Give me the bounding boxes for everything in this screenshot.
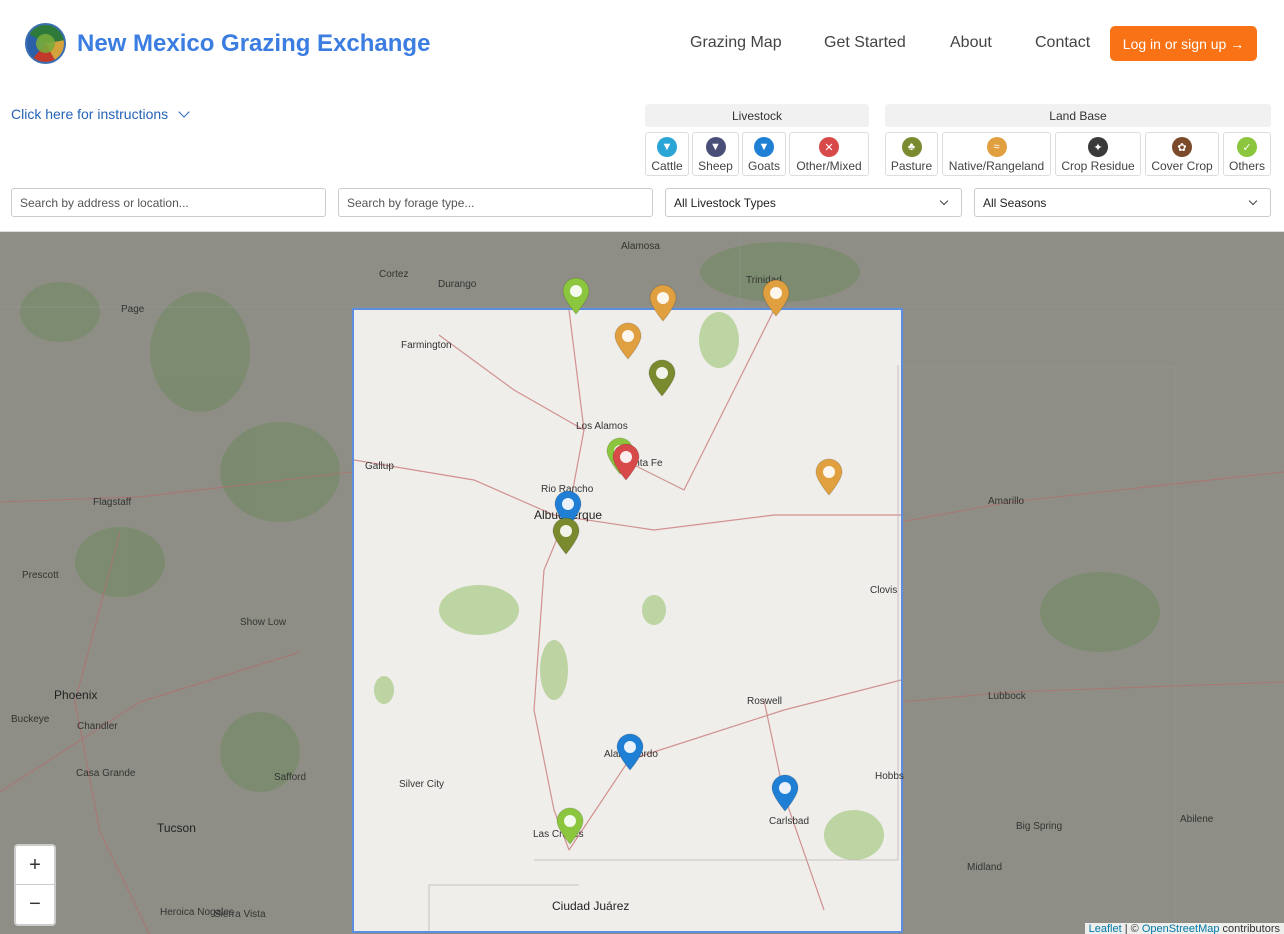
- site-brand[interactable]: New Mexico Grazing Exchange: [77, 30, 430, 58]
- place-hobbs: Hobbs: [875, 771, 904, 782]
- mixed-icon: ✕: [819, 137, 839, 157]
- rangeland-marker[interactable]: [649, 284, 677, 322]
- place-cortez: Cortez: [379, 269, 409, 280]
- osm-link[interactable]: OpenStreetMap: [1142, 923, 1220, 934]
- place-safford: Safford: [274, 772, 307, 783]
- cover-crop-icon: ✿: [1172, 137, 1192, 157]
- place-abilene: Abilene: [1180, 814, 1214, 825]
- filter-sheep[interactable]: ▼ Sheep: [692, 132, 739, 176]
- livestock-type-select-value: All Livestock Types: [674, 195, 776, 210]
- rangeland-marker[interactable]: [815, 458, 843, 496]
- pasture-marker[interactable]: [552, 517, 580, 555]
- place-phoenix: Phoenix: [54, 688, 98, 702]
- place-ciudad-juarez: Ciudad Juárez: [552, 899, 630, 913]
- livestock-type-select[interactable]: All Livestock Types: [665, 188, 962, 217]
- rangeland-icon: ≈: [986, 137, 1007, 157]
- filter-other-mixed[interactable]: ✕ Other/Mixed: [789, 132, 869, 176]
- place-page: Page: [121, 304, 145, 315]
- place-sierra-vista: Sierra Vista: [214, 909, 266, 920]
- place-farmington: Farmington: [401, 340, 452, 351]
- filter-crop-residue[interactable]: ✦ Crop Residue: [1055, 132, 1141, 176]
- place-lubbock: Lubbock: [988, 691, 1026, 702]
- filter-sheep-label: Sheep: [698, 159, 733, 173]
- filter-native-rangeland[interactable]: ≈ Native/Rangeland: [942, 132, 1051, 176]
- cow-icon: ▼: [657, 137, 677, 157]
- place-casa-grande: Casa Grande: [76, 768, 136, 779]
- zoom-in-button[interactable]: +: [16, 846, 54, 885]
- place-show-low: Show Low: [240, 617, 287, 628]
- site-logo[interactable]: [25, 23, 66, 64]
- chevron-down-icon: [178, 106, 190, 118]
- place-amarillo: Amarillo: [988, 496, 1025, 507]
- place-carlsbad: Carlsbad: [769, 816, 810, 827]
- place-prescott: Prescott: [22, 570, 59, 581]
- rangeland-marker[interactable]: [614, 322, 642, 360]
- goat-marker[interactable]: [616, 733, 644, 771]
- place-flagstaff: Flagstaff: [93, 497, 132, 508]
- instructions-toggle[interactable]: Click here for instructions: [11, 106, 190, 122]
- new-mexico-region: [352, 308, 903, 933]
- crop-residue-icon: ✦: [1088, 137, 1108, 157]
- filter-others[interactable]: ✓ Others: [1223, 132, 1271, 176]
- season-select[interactable]: All Seasons: [974, 188, 1271, 217]
- others-marker[interactable]: [556, 807, 584, 845]
- filter-crop-residue-label: Crop Residue: [1061, 159, 1135, 173]
- goat-marker[interactable]: [771, 774, 799, 812]
- landbase-group-title: Land Base: [885, 104, 1271, 127]
- nav-about[interactable]: About: [950, 34, 992, 52]
- site-header: New Mexico Grazing Exchange Grazing Map …: [0, 0, 1284, 88]
- place-los-alamos: Los Alamos: [576, 421, 628, 432]
- livestock-group-title: Livestock: [645, 104, 869, 127]
- place-roswell: Roswell: [747, 696, 783, 707]
- nav-get-started[interactable]: Get Started: [824, 34, 906, 52]
- filter-cattle-label: Cattle: [651, 159, 683, 173]
- sheep-icon: ▼: [705, 137, 726, 157]
- instructions-label: Click here for instructions: [11, 106, 169, 122]
- chevron-down-icon: [1248, 196, 1258, 206]
- filter-cover-crop[interactable]: ✿ Cover Crop: [1145, 132, 1219, 176]
- filter-goats[interactable]: ▼ Goats: [742, 132, 786, 176]
- grazing-map[interactable]: Alamosa Cortez Durango Trinidad Page Far…: [0, 231, 1284, 934]
- others-icon: ✓: [1237, 137, 1257, 157]
- filter-pasture-label: Pasture: [890, 159, 933, 173]
- address-search-input[interactable]: [11, 188, 326, 217]
- filter-other-mixed-label: Other/Mixed: [796, 159, 862, 173]
- pasture-icon: ♣: [901, 137, 922, 157]
- attribution-tail: contributors: [1219, 923, 1280, 934]
- filter-others-label: Others: [1228, 159, 1265, 173]
- filter-native-rangeland-label: Native/Rangeland: [948, 159, 1045, 173]
- filter-cover-crop-label: Cover Crop: [1151, 159, 1213, 173]
- place-durango: Durango: [438, 279, 477, 290]
- rangeland-marker[interactable]: [762, 279, 790, 317]
- leaflet-link[interactable]: Leaflet: [1089, 923, 1122, 934]
- place-chandler: Chandler: [77, 721, 118, 732]
- place-big-spring: Big Spring: [1016, 821, 1063, 832]
- nav-contact[interactable]: Contact: [1035, 34, 1090, 52]
- login-button[interactable]: Log in or sign up →: [1110, 26, 1257, 61]
- forage-search-input[interactable]: [338, 188, 653, 217]
- others-marker[interactable]: [562, 277, 590, 315]
- place-midland: Midland: [967, 862, 1003, 873]
- season-select-value: All Seasons: [983, 195, 1047, 210]
- chevron-down-icon: [939, 196, 949, 206]
- place-clovis: Clovis: [870, 585, 898, 596]
- zoom-out-button[interactable]: −: [16, 885, 54, 924]
- place-alamosa: Alamosa: [621, 241, 660, 252]
- place-gallup: Gallup: [365, 461, 394, 472]
- filter-goats-label: Goats: [747, 159, 780, 173]
- place-tucson: Tucson: [157, 821, 196, 835]
- nav-grazing-map[interactable]: Grazing Map: [690, 34, 782, 52]
- attribution-separator: | ©: [1121, 923, 1142, 934]
- map-attribution: Leaflet | © OpenStreetMap contributors: [1084, 923, 1284, 934]
- place-buckeye: Buckeye: [11, 714, 50, 725]
- mixed-marker[interactable]: [612, 443, 640, 481]
- goat-icon: ▼: [754, 137, 774, 157]
- place-silver-city: Silver City: [399, 779, 445, 790]
- pasture-marker[interactable]: [648, 359, 676, 397]
- zoom-control: + −: [14, 844, 56, 926]
- state-roads: [353, 309, 902, 931]
- filter-cattle[interactable]: ▼ Cattle: [645, 132, 689, 176]
- filter-pasture[interactable]: ♣ Pasture: [885, 132, 938, 176]
